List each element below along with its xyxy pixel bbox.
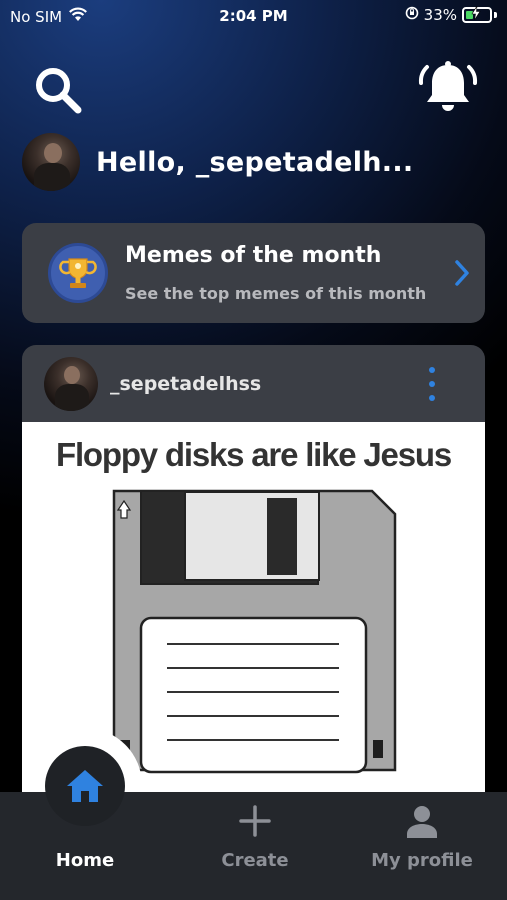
meme-caption: Floppy disks are like Jesus [56, 436, 452, 473]
more-vertical-icon-dot [429, 367, 435, 373]
search-icon [36, 68, 82, 114]
notifications-button[interactable] [416, 58, 480, 120]
chevron-right-icon [455, 260, 469, 286]
battery-percent: 33% [423, 6, 457, 24]
post-avatar-figure-body [55, 384, 89, 411]
nav-create[interactable]: Create [190, 792, 320, 900]
memes-of-month-subtitle: See the top memes of this month [125, 284, 427, 303]
post-avatar-figure-head [64, 366, 80, 384]
nav-create-label: Create [221, 850, 289, 871]
nav-home-label: Home [55, 850, 115, 871]
trophy-icon [48, 243, 108, 303]
avatar-figure-head [44, 143, 62, 163]
more-vertical-icon-dot [429, 381, 435, 387]
more-vertical-icon-dot [429, 395, 435, 401]
person-icon [407, 806, 437, 838]
nav-profile[interactable]: My profile [352, 792, 492, 900]
nav-profile-label: My profile [371, 850, 473, 871]
memes-of-month-title: Memes of the month [125, 243, 382, 268]
avatar[interactable] [22, 133, 80, 191]
home-fab-button[interactable] [45, 746, 125, 826]
post-header: _sepetadelhss [22, 345, 485, 422]
plus-icon [239, 805, 271, 837]
search-button[interactable] [28, 62, 88, 118]
bell-icon [418, 61, 478, 111]
avatar-figure-body [34, 163, 70, 191]
charging-bolt-icon [471, 6, 481, 20]
greeting-text: Hello, _sepetadelh... [96, 146, 414, 178]
post-options-button[interactable] [422, 367, 442, 401]
post-author-username[interactable]: _sepetadelhss [110, 373, 261, 395]
battery-icon [462, 6, 492, 23]
home-icon [67, 770, 103, 802]
status-bar: No SIM 2:04 PM 33% [0, 0, 507, 34]
greeting-row: Hello, _sepetadelh... [22, 133, 413, 191]
battery-tip [494, 12, 497, 18]
orientation-lock-icon [405, 6, 419, 24]
post-author-avatar[interactable] [44, 357, 98, 411]
status-right: 33% [405, 6, 497, 24]
app-screen: No SIM 2:04 PM 33% Hello, _sepetadelh...… [0, 0, 507, 900]
memes-of-month-card[interactable]: Memes of the month See the top memes of … [22, 223, 485, 323]
